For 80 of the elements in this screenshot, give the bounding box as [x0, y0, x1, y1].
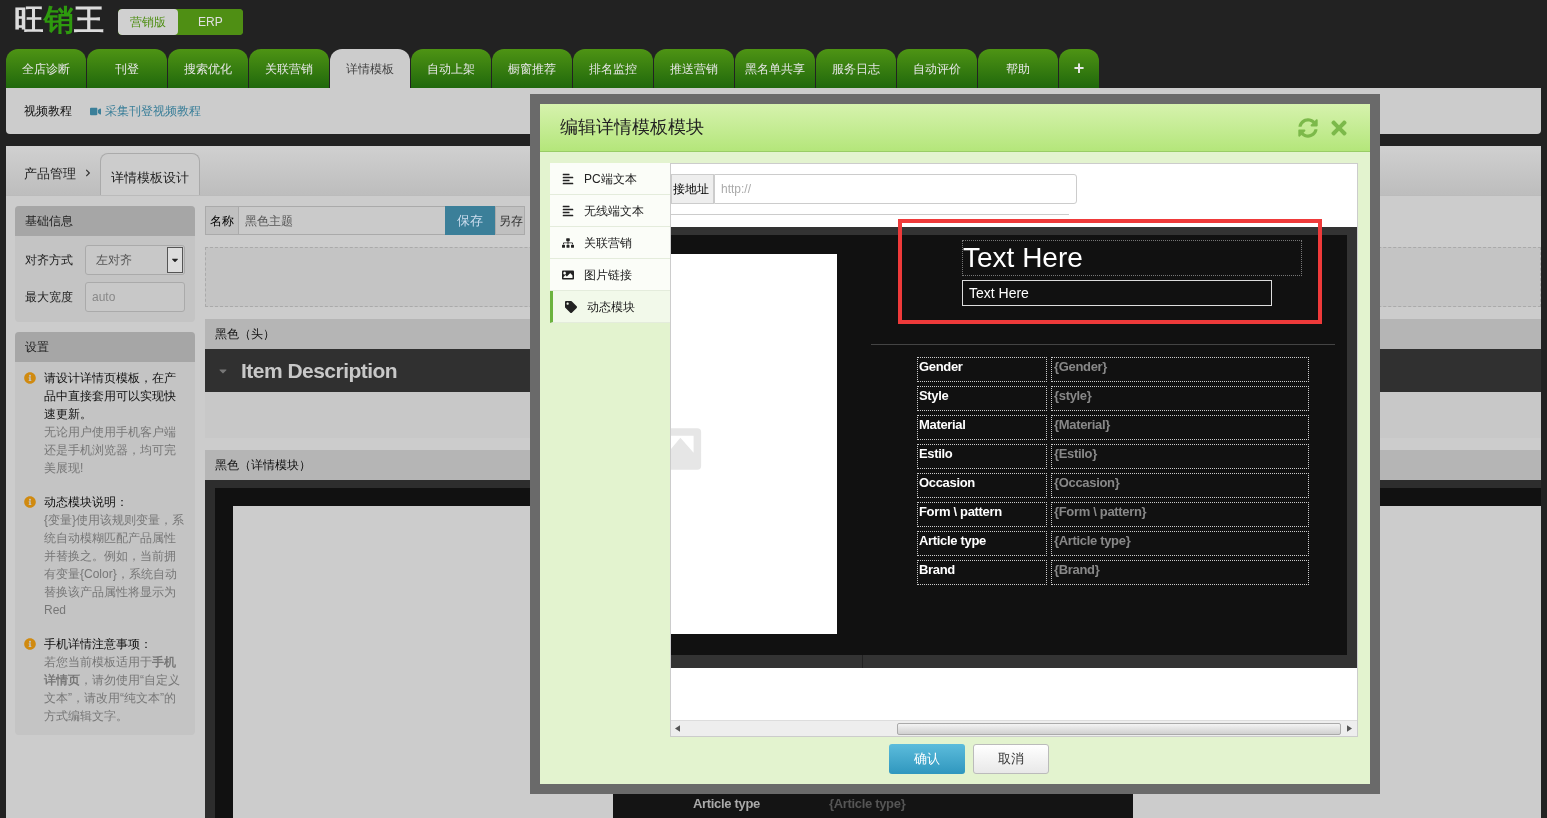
breadcrumb-tab[interactable]: 详情模板设计: [100, 153, 200, 195]
attribute-value: {style}: [1051, 386, 1309, 411]
info-icon: [24, 638, 36, 650]
attribute-value: {Occasion}: [1051, 473, 1309, 498]
image-icon: [562, 268, 574, 281]
video-icon: [90, 105, 101, 117]
save-as-button[interactable]: 另存: [495, 206, 525, 235]
add-tab-button[interactable]: +: [1059, 49, 1099, 88]
edition-toggle[interactable]: 营销版: [118, 9, 178, 35]
note-heading: 手机详情注意事项：: [44, 636, 153, 653]
title-text: Text Here: [962, 240, 1302, 276]
nav-tab[interactable]: 关联营销: [249, 49, 329, 88]
subtitle-text: Text Here: [962, 280, 1272, 306]
breadcrumb-tab[interactable]: 产品管理: [24, 153, 76, 195]
module-menu-item[interactable]: 无线端文本: [550, 195, 670, 227]
nav-tab[interactable]: 服务日志: [816, 49, 896, 88]
note-heading: 请设计详情页模板，在产品中直接套用可以实现快速更新。: [44, 370, 177, 423]
item-heading: Item Description: [241, 357, 398, 384]
module-menu-item[interactable]: 关联营销: [550, 227, 670, 259]
attribute-label: Material: [917, 415, 1047, 440]
nav-tab[interactable]: 搜索优化: [168, 49, 248, 88]
attribute-label: Form \ pattern: [917, 502, 1047, 527]
nav-tab[interactable]: 自动评价: [897, 49, 977, 88]
cancel-button[interactable]: 取消: [973, 744, 1049, 774]
attribute-label: Brand: [917, 560, 1047, 585]
nav-tab[interactable]: 刊登: [87, 49, 167, 88]
attribute-label: Article type: [693, 795, 761, 813]
attribute-label: Estilo: [917, 444, 1047, 469]
scroll-left-icon[interactable]: [675, 725, 680, 732]
nav-tab[interactable]: 推送营销: [654, 49, 734, 88]
info-icon: [24, 372, 36, 384]
confirm-button[interactable]: 确认: [889, 744, 965, 774]
nav-tab[interactable]: 详情模板: [330, 49, 410, 88]
attribute-value: {Material}: [1051, 415, 1309, 440]
attribute-value: {Gender}: [1051, 357, 1309, 382]
sitemap-icon: [562, 236, 574, 249]
panel-title: 设置: [15, 332, 195, 362]
note-text: {变量}使用该规则变量，系统自动模糊匹配产品属性并替换之。例如，当前拥有变量{Color}，系统自动替换该产品属性将显示为Red: [44, 512, 185, 619]
attribute-label: Article type: [917, 531, 1047, 556]
field-label: 对齐方式: [25, 252, 73, 269]
align-select[interactable]: 左对齐: [85, 245, 185, 275]
name-field[interactable]: 黑色主题: [239, 206, 445, 235]
attribute-value: {Form \ pattern}: [1051, 502, 1309, 527]
lines-icon: [562, 204, 574, 217]
scroll-right-icon[interactable]: [1347, 725, 1352, 732]
field-label: 最大宽度: [25, 289, 73, 306]
attribute-label: Occasion: [917, 473, 1047, 498]
url-field[interactable]: http://: [714, 174, 1077, 204]
refresh-icon[interactable]: [1298, 117, 1318, 138]
nav-tab[interactable]: 自动上架: [411, 49, 491, 88]
tag-icon: [565, 300, 577, 313]
note-text: 若您当前模板适用于手机详情页，请勿使用“自定义文本”，请改用“纯文本”的方式编辑文字。: [44, 654, 181, 725]
nav-tab[interactable]: 黑名单共享: [735, 49, 815, 88]
nav-tab[interactable]: 橱窗推荐: [492, 49, 572, 88]
url-label: 接地址: [671, 174, 714, 204]
note-heading: 动态模块说明：: [44, 494, 129, 511]
attribute-value: {Brand}: [1051, 560, 1309, 585]
width-field[interactable]: auto: [85, 282, 185, 312]
attribute-value: {Estilo}: [1051, 444, 1309, 469]
module-menu-item[interactable]: 动态模块: [550, 291, 670, 323]
info-icon: [24, 496, 36, 508]
dialog-title: 编辑详情模板模块: [560, 116, 704, 139]
chevron-icon: [84, 169, 92, 177]
module-menu-item[interactable]: 图片链接: [550, 259, 670, 291]
nav-tab[interactable]: 排名监控: [573, 49, 653, 88]
panel-title: 基础信息: [15, 206, 195, 236]
name-label: 名称: [205, 206, 239, 235]
module-menu-item[interactable]: PC端文本: [550, 163, 670, 195]
attribute-label: Style: [917, 386, 1047, 411]
video-link[interactable]: 采集刊登视频教程: [90, 102, 201, 120]
attribute-value: {Article type}: [1051, 531, 1309, 556]
logo: 旺销王: [14, 2, 104, 38]
attribute-value: {Article type}: [829, 795, 906, 813]
lines-icon: [562, 172, 574, 185]
nav-tab[interactable]: 全店诊断: [6, 49, 86, 88]
save-button[interactable]: 保存: [445, 206, 495, 235]
note-text: 无论用户使用手机客户端还是手机浏览器，均可完美展现!: [44, 424, 177, 477]
nav-tab[interactable]: 帮助: [978, 49, 1058, 88]
attribute-label: Gender: [917, 357, 1047, 382]
toolbar-title: 视频教程: [24, 103, 72, 120]
